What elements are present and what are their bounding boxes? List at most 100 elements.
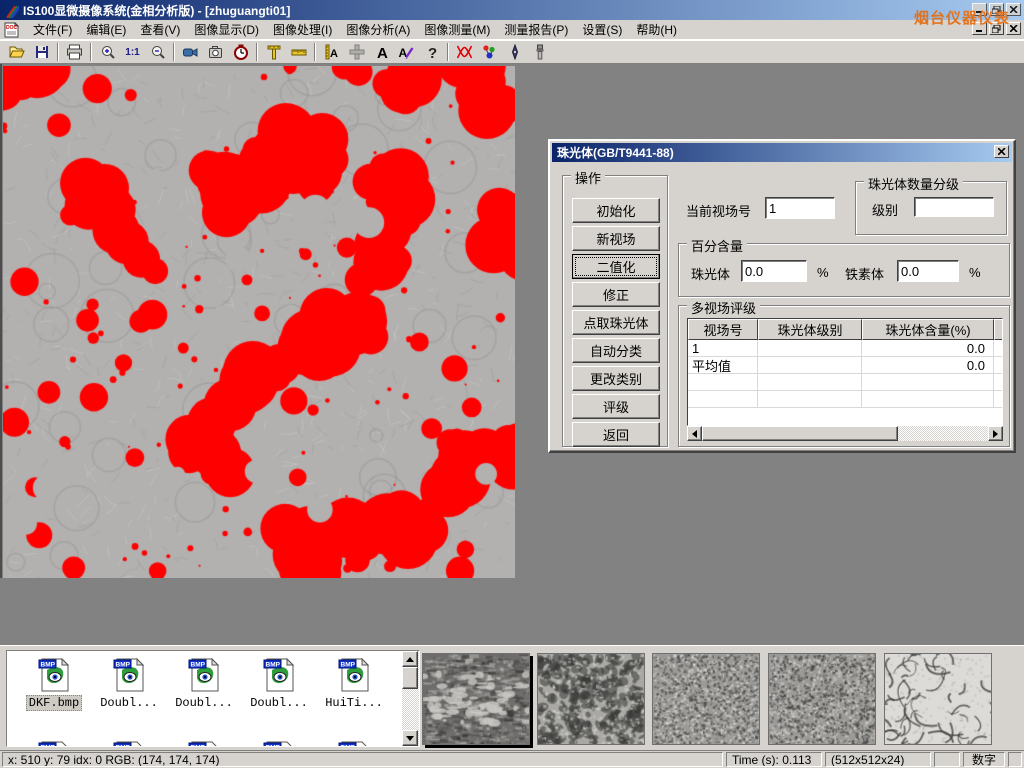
- cell-content: 0.0: [862, 340, 994, 356]
- file-item[interactable]: BMP DKF.bmp: [17, 656, 91, 711]
- ruler-button[interactable]: [286, 42, 311, 63]
- caliper-icon: [266, 44, 282, 60]
- grading-table[interactable]: 视场号 珠光体级别 珠光体含量(%) 铁素体 1 0.0 平均值: [687, 318, 1003, 426]
- file-item[interactable]: BMP Doubl...: [167, 656, 241, 710]
- scroll-down-button[interactable]: [402, 730, 418, 746]
- init-button[interactable]: 初始化: [572, 198, 660, 223]
- file-item-clipped[interactable]: BMP: [317, 739, 391, 747]
- scroll-left-button[interactable]: [687, 426, 702, 441]
- binarize-button[interactable]: 二值化: [572, 254, 660, 279]
- thumbnail-5[interactable]: [884, 653, 992, 745]
- scrollbar-track[interactable]: [898, 426, 988, 441]
- col-field-number[interactable]: 视场号: [688, 319, 758, 340]
- app-icon: [3, 2, 19, 18]
- thumbnail-4[interactable]: [768, 653, 876, 745]
- help-button[interactable]: ?: [419, 42, 444, 63]
- save-button[interactable]: [29, 42, 54, 63]
- file-item-clipped[interactable]: BMP: [167, 739, 241, 747]
- zoom-in-button[interactable]: [95, 42, 120, 63]
- auto-classify-button[interactable]: 自动分类: [572, 338, 660, 363]
- document-icon[interactable]: DOC: [4, 22, 20, 38]
- menu-edit[interactable]: 编辑(E): [79, 19, 133, 40]
- close-button[interactable]: [1006, 3, 1021, 16]
- menu-settings[interactable]: 设置(S): [575, 19, 629, 40]
- file-name[interactable]: DKF.bmp: [26, 695, 82, 711]
- file-item[interactable]: BMP Doubl...: [242, 656, 316, 710]
- menu-image-processing[interactable]: 图像处理(I): [266, 19, 339, 40]
- new-field-button[interactable]: 新视场: [572, 226, 660, 251]
- menu-image-display[interactable]: 图像显示(D): [187, 19, 266, 40]
- scrollbar-thumb[interactable]: [702, 426, 898, 441]
- measure-text-button[interactable]: A: [319, 42, 344, 63]
- restore-button[interactable]: [989, 3, 1004, 16]
- col-pearlite-grade[interactable]: 珠光体级别: [758, 319, 862, 340]
- table-row[interactable]: 平均值 0.0: [688, 357, 1002, 374]
- svg-text:?: ?: [428, 45, 437, 60]
- file-name[interactable]: Doubl...: [173, 696, 235, 710]
- curve-tool-button[interactable]: [452, 42, 477, 63]
- cell-content: 0.0: [862, 357, 994, 373]
- open-button[interactable]: [4, 42, 29, 63]
- menu-view[interactable]: 查看(V): [133, 19, 187, 40]
- print-button[interactable]: [62, 42, 87, 63]
- status-bar: x: 510 y: 79 idx: 0 RGB: (174, 174, 174)…: [0, 750, 1024, 768]
- thumbnail-3[interactable]: [652, 653, 760, 745]
- mdi-close-button[interactable]: [1006, 22, 1021, 35]
- timer-button[interactable]: [228, 42, 253, 63]
- grid-button[interactable]: [344, 42, 369, 63]
- change-class-button[interactable]: 更改类别: [572, 366, 660, 391]
- brush-tool-button[interactable]: [527, 42, 552, 63]
- video-capture-button[interactable]: [178, 42, 203, 63]
- scroll-up-button[interactable]: [402, 651, 418, 667]
- cell-ferrite: [994, 340, 1003, 356]
- zoom-out-button[interactable]: [145, 42, 170, 63]
- grade-button[interactable]: 评级: [572, 394, 660, 419]
- file-item-clipped[interactable]: BMP: [17, 739, 91, 747]
- pen-tool-button[interactable]: [502, 42, 527, 63]
- pick-pearlite-button[interactable]: 点取珠光体: [572, 310, 660, 335]
- text-button[interactable]: A: [369, 42, 394, 63]
- color-points-button[interactable]: [477, 42, 502, 63]
- scrollbar-thumb[interactable]: [402, 667, 418, 689]
- mdi-restore-button[interactable]: [989, 22, 1004, 35]
- file-item-clipped[interactable]: BMP: [242, 739, 316, 747]
- current-field-input[interactable]: [765, 197, 835, 219]
- thumbnail-1[interactable]: [422, 653, 530, 745]
- table-horizontal-scrollbar[interactable]: [687, 426, 1003, 441]
- thumbnail-2[interactable]: [537, 653, 645, 745]
- arrow-down-icon: [406, 736, 414, 741]
- scroll-right-button[interactable]: [988, 426, 1003, 441]
- dialog-close-button[interactable]: [994, 145, 1009, 158]
- menu-file[interactable]: 文件(F): [26, 19, 79, 40]
- annotate-button[interactable]: A: [394, 42, 419, 63]
- file-name[interactable]: Doubl...: [98, 696, 160, 710]
- caliper-measure-button[interactable]: [261, 42, 286, 63]
- file-name[interactable]: HuiTi...: [323, 696, 385, 710]
- menu-help[interactable]: 帮助(H): [629, 19, 684, 40]
- level-input[interactable]: [914, 197, 994, 217]
- mdi-minimize-button[interactable]: [972, 22, 987, 35]
- menu-image-analysis[interactable]: 图像分析(A): [339, 19, 417, 40]
- minimize-button[interactable]: [972, 3, 987, 16]
- col-pearlite-content[interactable]: 珠光体含量(%): [862, 319, 994, 340]
- table-row[interactable]: 1 0.0: [688, 340, 1002, 357]
- menu-image-measure[interactable]: 图像测量(M): [417, 19, 497, 40]
- zoom-out-icon: [150, 44, 166, 60]
- camera-capture-button[interactable]: [203, 42, 228, 63]
- metallographic-image[interactable]: [3, 66, 515, 578]
- file-item-clipped[interactable]: BMP: [92, 739, 166, 747]
- return-button[interactable]: 返回: [572, 422, 660, 447]
- actual-size-button[interactable]: 1:1: [120, 42, 145, 63]
- correct-button[interactable]: 修正: [572, 282, 660, 307]
- col-ferrite[interactable]: 铁素体: [994, 319, 1003, 340]
- file-item[interactable]: BMP HuiTi...: [317, 656, 391, 710]
- pearlite-input[interactable]: [741, 260, 807, 282]
- file-list-scrollbar[interactable]: [402, 651, 419, 746]
- cell-field: 1: [688, 340, 758, 356]
- file-item[interactable]: BMP Doubl...: [92, 656, 166, 710]
- dialog-title-bar[interactable]: 珠光体(GB/T9441-88): [552, 143, 1012, 162]
- menu-report[interactable]: 测量报告(P): [497, 19, 575, 40]
- ferrite-input[interactable]: [897, 260, 959, 282]
- pen-tool-icon: [509, 44, 521, 60]
- file-name[interactable]: Doubl...: [248, 696, 310, 710]
